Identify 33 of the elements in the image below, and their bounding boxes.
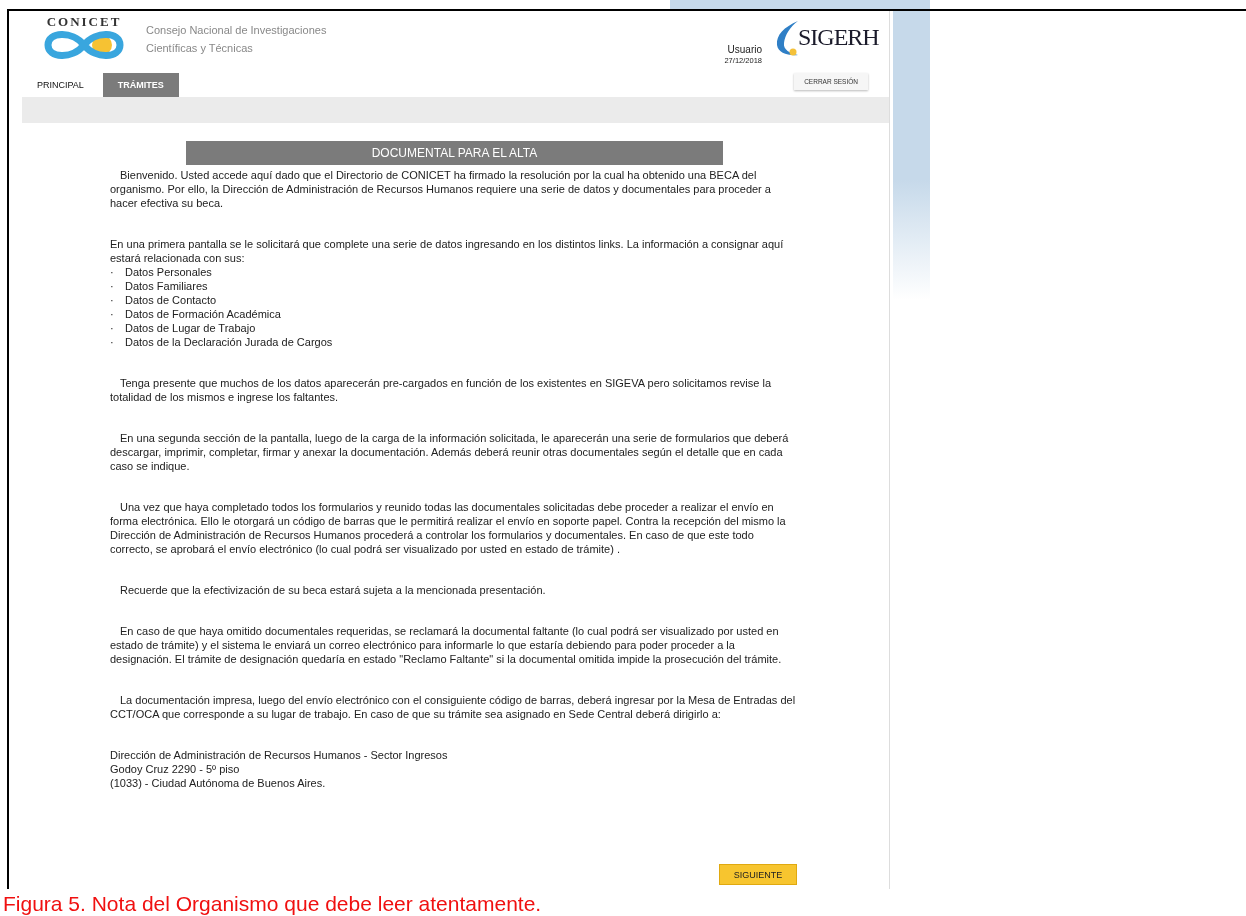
user-name: Usuario: [727, 44, 762, 55]
paragraph: En una segunda sección de la pantalla, luego de la carga de la información solicitada, le aparecerán una serie de formularios que deberá descargar, imprimir, completar, firmar y anexar la documentación. Además deberá reunir otras documentales según el detalle que en cada caso se indique.: [110, 431, 790, 473]
list-item: Datos de Contacto: [125, 293, 217, 307]
list-item: Datos de la Declaración Jurada de Cargos: [125, 335, 333, 349]
infinity-icon: [42, 30, 126, 60]
org-name: Científicas y Técnicas: [146, 41, 254, 56]
logo-wordmark: CONICET: [46, 14, 122, 30]
bullet: ·: [110, 307, 115, 321]
paragraph: Bienvenido. Usted accede aquí dado que el Directorio de CONICET ha firmado la resolución por la cual ha obtenido una BECA del organismo. Por ello, la Dirección de Administración de Recursos Humanos requiere una serie de datos y documentales para proceder a hacer efectiva su beca.: [110, 168, 772, 210]
paragraph: En caso de que haya omitido documentales requeridas, se reclamará la documental faltante (lo cual podrá ser visualizado por usted en estado de trámite) y el sistema le enviará un correo electrónico para informarle lo que estaría debiendo para poder proceder a la designación. El trámite de designación quedaría en estado "Reclamo Faltante" si la documental omitida impide la prosecución del trámite.: [110, 624, 783, 666]
address-line: Godoy Cruz 2290 - 5º piso: [110, 762, 241, 776]
section-title: DOCUMENTAL PARA EL ALTA: [186, 141, 723, 165]
bullet: ·: [110, 335, 115, 349]
paragraph: Recuerde que la efectivización de su beca estará sujeta a la mencionada presentación.: [119, 583, 547, 597]
list-item: Datos de Lugar de Trabajo: [125, 321, 256, 335]
next-button[interactable]: SIGUIENTE: [719, 864, 797, 885]
paragraph: Una vez que haya completado todos los formularios y reunido todas las documentales solicitadas debe proceder a realizar el envío en forma electrónica. Ello le otorgará un código de barras que le permitirá realizar el envío en soporte papel. Contra la recepción del mismo la Dirección de Administración de Recursos Humanos procederá a controlar los formularios y documentales. En caso de que este todo correcto, se aprobará el envío electrónico (lo cual podrá ser visualizado por usted en estado de trámite) .: [110, 500, 787, 556]
bullet: ·: [110, 279, 115, 293]
list-item: Datos Familiares: [125, 279, 208, 293]
paragraph: Tenga presente que muchos de los datos aparecerán pre-cargados en función de los existentes en SIGEVA pero solicitamos revise la totalidad de los mismos e ingrese los faltantes.: [110, 376, 772, 404]
nav-tab[interactable]: TRÁMITES: [102, 73, 179, 97]
bullet: ·: [110, 265, 115, 279]
app-wordmark: SIGERH: [798, 23, 879, 51]
bullet: ·: [110, 293, 115, 307]
paragraph: En una primera pantalla se le solicitará que complete una serie de datos ingresando en los distintos links. La información a consignar aquí estará relacionada con sus:: [110, 237, 785, 265]
paragraph: La documentación impresa, luego del envío electrónico con el consiguiente código de barras, deberá ingresar por la Mesa de Entradas del CCT/OCA que corresponde a su lugar de trabajo. En caso de que su trámite sea asignado en Sede Central deberá dirigirlo a:: [110, 693, 797, 721]
org-name: Consejo Nacional de Investigaciones: [146, 23, 327, 38]
address-line: Dirección de Administración de Recursos Humanos - Sector Ingresos: [110, 748, 449, 762]
figure-caption: Figura 5. Nota del Organismo que debe leer atentamente.: [3, 892, 542, 915]
bullet: ·: [110, 321, 115, 335]
address-line: (1033) - Ciudad Autónoma de Buenos Aires.: [110, 776, 327, 790]
list-item: Datos Personales: [125, 265, 212, 279]
list-item: Datos de Formación Académica: [125, 307, 281, 321]
